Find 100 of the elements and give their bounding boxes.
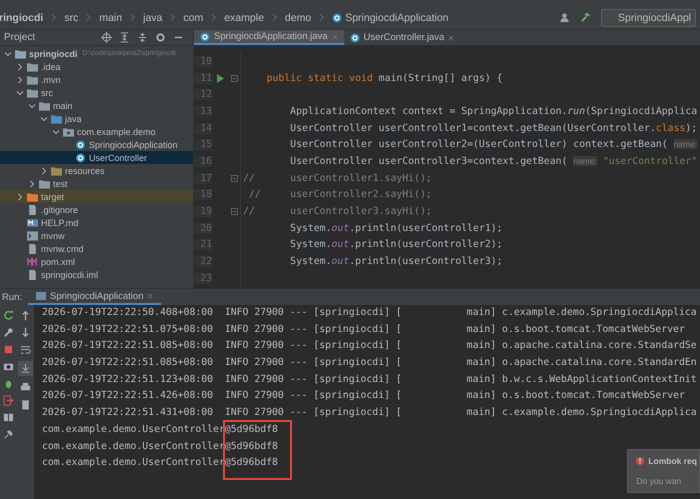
close-icon[interactable] xyxy=(147,293,154,299)
folder-icon xyxy=(15,48,26,58)
run-configuration-dropdown[interactable]: SpringiocdiAppl xyxy=(601,8,696,26)
rerun-icon[interactable] xyxy=(3,310,14,321)
chevron-icon xyxy=(319,13,324,22)
highlight-box xyxy=(222,420,292,480)
object-hash: @5d96bdf8 xyxy=(224,424,278,435)
camera-icon[interactable] xyxy=(3,361,14,372)
stop-icon[interactable] xyxy=(3,344,14,355)
package-icon xyxy=(63,126,74,136)
collapse-all-icon[interactable] xyxy=(137,32,148,43)
tree-item[interactable]: SpringiocdiApplication xyxy=(0,138,193,151)
chevron-icon xyxy=(86,13,92,22)
code-line: // userController1.sayHi(); xyxy=(242,172,432,184)
down-arrow-icon[interactable] xyxy=(20,327,31,338)
code-line: System.out.println(userController1); xyxy=(289,222,503,234)
editor-tab[interactable]: SpringiocdiApplication.java xyxy=(194,30,344,45)
class-icon xyxy=(332,12,342,22)
breadcrumb-item[interactable]: main xyxy=(98,12,124,24)
tree-item[interactable]: springiocdi.iml xyxy=(0,268,193,281)
soft-wrap-icon[interactable] xyxy=(20,344,31,355)
folder-icon xyxy=(27,62,38,72)
output-class-name: com.example.demo.UserController xyxy=(42,440,225,452)
log-line: 2026-07-19T22:22:51.085+08:00 INFO 27900 --- [springiocdi] [ main] o.apache.catalina.core.StandardSe xyxy=(42,339,698,354)
log-line: 2026-07-19T22:22:51.075+08:00 INFO 27900 --- [springiocdi] [ main] o.s.boot.tomcat.TomcatWebServer xyxy=(42,322,686,337)
hammer-icon[interactable] xyxy=(580,12,592,23)
print-icon[interactable] xyxy=(20,382,31,393)
tree-item[interactable]: main xyxy=(0,99,193,112)
tree-item[interactable]: .mvn xyxy=(0,73,193,86)
project-view-selector[interactable]: Project xyxy=(4,32,94,43)
tree-item[interactable]: test xyxy=(0,177,193,190)
breadcrumb-item[interactable]: src xyxy=(63,12,80,24)
expand-all-icon[interactable] xyxy=(119,32,130,43)
scroll-to-end-icon[interactable] xyxy=(18,361,33,376)
fold-marker-icon[interactable] xyxy=(230,208,238,216)
tree-item[interactable]: .gitignore xyxy=(0,203,193,216)
up-arrow-icon[interactable] xyxy=(20,310,31,321)
tree-item[interactable]: java xyxy=(0,112,193,125)
tree-item[interactable]: com.example.demo xyxy=(0,125,193,138)
run-label: Run: xyxy=(1,292,24,302)
terminal-file-icon xyxy=(27,230,38,240)
folder-icon xyxy=(27,74,38,84)
error-icon xyxy=(636,457,644,465)
tree-item[interactable]: HELP.md xyxy=(0,216,193,229)
maven-icon xyxy=(27,256,38,266)
file-icon xyxy=(27,244,38,254)
layout-icon[interactable] xyxy=(3,412,14,423)
breadcrumb-item[interactable]: com xyxy=(182,12,204,24)
tree-item[interactable]: .idea xyxy=(0,60,193,73)
code-line: UserController userController1=context.getBean(UserController.class); xyxy=(289,122,698,134)
close-icon[interactable] xyxy=(448,34,454,40)
log-line: 2026-07-19T22:22:51.431+08:00 INFO 27900 --- [springiocdi] [ main] c.example.demo.SpringiocdiApplica xyxy=(42,406,698,420)
tree-item[interactable]: src xyxy=(0,86,193,99)
chevron-down-icon[interactable] xyxy=(4,50,12,58)
fold-marker-icon[interactable] xyxy=(230,174,238,182)
tree-item[interactable]: pom.xml xyxy=(0,255,193,268)
output-class-name: com.example.demo.UserController xyxy=(42,457,225,468)
chevron-icon xyxy=(211,13,216,22)
chevron-icon xyxy=(130,13,136,22)
tree-item[interactable]: resources xyxy=(0,164,193,177)
breadcrumb-item[interactable]: SpringiocdiApplication xyxy=(331,12,450,24)
fold-marker-icon[interactable] xyxy=(230,74,238,82)
log-line: 2026-07-19T22:22:51.123+08:00 INFO 27900 --- [springiocdi] [ main] b.w.c.s.WebApplicationContextInit xyxy=(42,372,698,387)
class-icon xyxy=(350,32,360,42)
folder-icon xyxy=(27,88,38,98)
notification-title: Lombok req xyxy=(648,456,697,466)
code-line: System.out.println(userController3); xyxy=(289,256,503,268)
exit-icon[interactable] xyxy=(3,395,14,406)
folder-icon xyxy=(51,114,62,124)
class-icon xyxy=(200,32,210,42)
log-line: 2026-07-19T22:22:50.408+08:00 INFO 27900 --- [springiocdi] [ main] c.example.demo.SpringiocdiApplica xyxy=(42,306,698,320)
output-class-name: com.example.demo.UserController xyxy=(42,424,225,435)
editor-tab[interactable]: UserController.java xyxy=(344,30,460,45)
log-line: 2026-07-19T22:22:51.426+08:00 INFO 27900 --- [springiocdi] [ main] o.s.boot.tomcat.TomcatWebServer xyxy=(42,389,686,404)
folder-icon xyxy=(39,100,50,110)
code-line: UserController userController2=(UserController) context.getBean( name: xyxy=(289,139,698,150)
class-icon xyxy=(75,152,86,162)
breadcrumb-item[interactable]: demo xyxy=(284,12,312,24)
notification-text: Do you wan xyxy=(636,476,682,486)
run-icon[interactable] xyxy=(216,74,224,83)
trash-icon[interactable] xyxy=(20,399,31,410)
tree-item[interactable]: UserController xyxy=(0,151,193,164)
wrench-icon[interactable] xyxy=(3,327,14,338)
target-icon[interactable] xyxy=(101,32,112,43)
object-hash: @5d96bdf8 xyxy=(224,457,278,468)
tree-item[interactable]: mvnw.cmd xyxy=(0,242,193,255)
chevron-icon xyxy=(51,13,56,22)
chevron-icon xyxy=(170,13,176,22)
tree-item[interactable]: mvnw xyxy=(0,229,193,242)
markdown-file-icon xyxy=(27,218,38,228)
run-tab[interactable]: SpringiocdiApplication xyxy=(28,289,162,305)
breadcrumb-item[interactable]: ringiocdi xyxy=(0,12,44,24)
file-icon xyxy=(27,270,38,280)
class-icon xyxy=(75,140,86,150)
folder-icon xyxy=(27,192,38,202)
user-icon[interactable] xyxy=(559,12,570,23)
breadcrumb-item[interactable]: java xyxy=(142,12,164,24)
tree-item[interactable]: target xyxy=(0,190,193,203)
object-hash: @5d96bdf8 xyxy=(224,440,278,452)
breadcrumb-item[interactable]: example xyxy=(223,12,265,24)
